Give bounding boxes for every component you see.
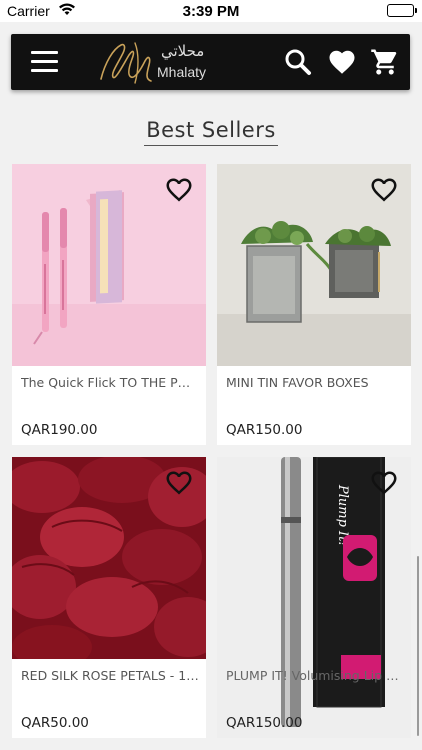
product-card[interactable]: MINI TIN FAVOR BOXES QAR150.00 [217, 164, 411, 445]
clock: 3:39 PM [182, 3, 240, 20]
cart-icon[interactable] [370, 47, 400, 77]
logo-monogram-icon [100, 42, 152, 84]
logo-arabic-text: محلاتي [161, 42, 205, 60]
app-header: محلاتي Mhalaty [11, 34, 410, 90]
product-name[interactable]: RED SILK ROSE PETALS - 100 PCS [21, 668, 199, 683]
product-price: QAR150.00 [226, 715, 303, 731]
search-icon[interactable] [283, 47, 313, 77]
section-header: Best Sellers [0, 118, 422, 146]
product-card[interactable]: Plump It! PLUMP IT! Volumising Lip Plump… [217, 457, 411, 738]
product-card[interactable]: RED SILK ROSE PETALS - 100 PCS QAR50.00 [12, 457, 206, 738]
wishlist-heart-icon[interactable] [327, 47, 357, 77]
favorite-heart-icon[interactable] [369, 177, 399, 205]
best-sellers-title: Best Sellers [144, 118, 278, 146]
favorite-heart-icon[interactable] [164, 177, 194, 205]
product-name[interactable]: PLUMP IT! Volumising Lip Plumper [226, 668, 404, 683]
mhalaty-logo[interactable]: محلاتي Mhalaty [95, 39, 225, 85]
logo-latin-text: Mhalaty [157, 64, 207, 80]
product-name[interactable]: The Quick Flick TO THE POINT [21, 375, 199, 390]
favorite-heart-icon[interactable] [164, 470, 194, 498]
product-image[interactable]: Plump It! [217, 457, 411, 738]
product-card[interactable]: The Quick Flick TO THE POINT QAR190.00 [12, 164, 206, 445]
status-bar: Carrier 3:39 PM [0, 0, 422, 22]
product-price: QAR190.00 [21, 422, 98, 438]
product-price: QAR50.00 [21, 715, 89, 731]
scrollbar[interactable] [416, 556, 419, 736]
favorite-heart-icon[interactable] [369, 470, 399, 498]
product-name[interactable]: MINI TIN FAVOR BOXES [226, 375, 404, 390]
battery-icon [387, 4, 417, 17]
menu-icon[interactable] [31, 51, 59, 73]
product-price: QAR150.00 [226, 422, 303, 438]
